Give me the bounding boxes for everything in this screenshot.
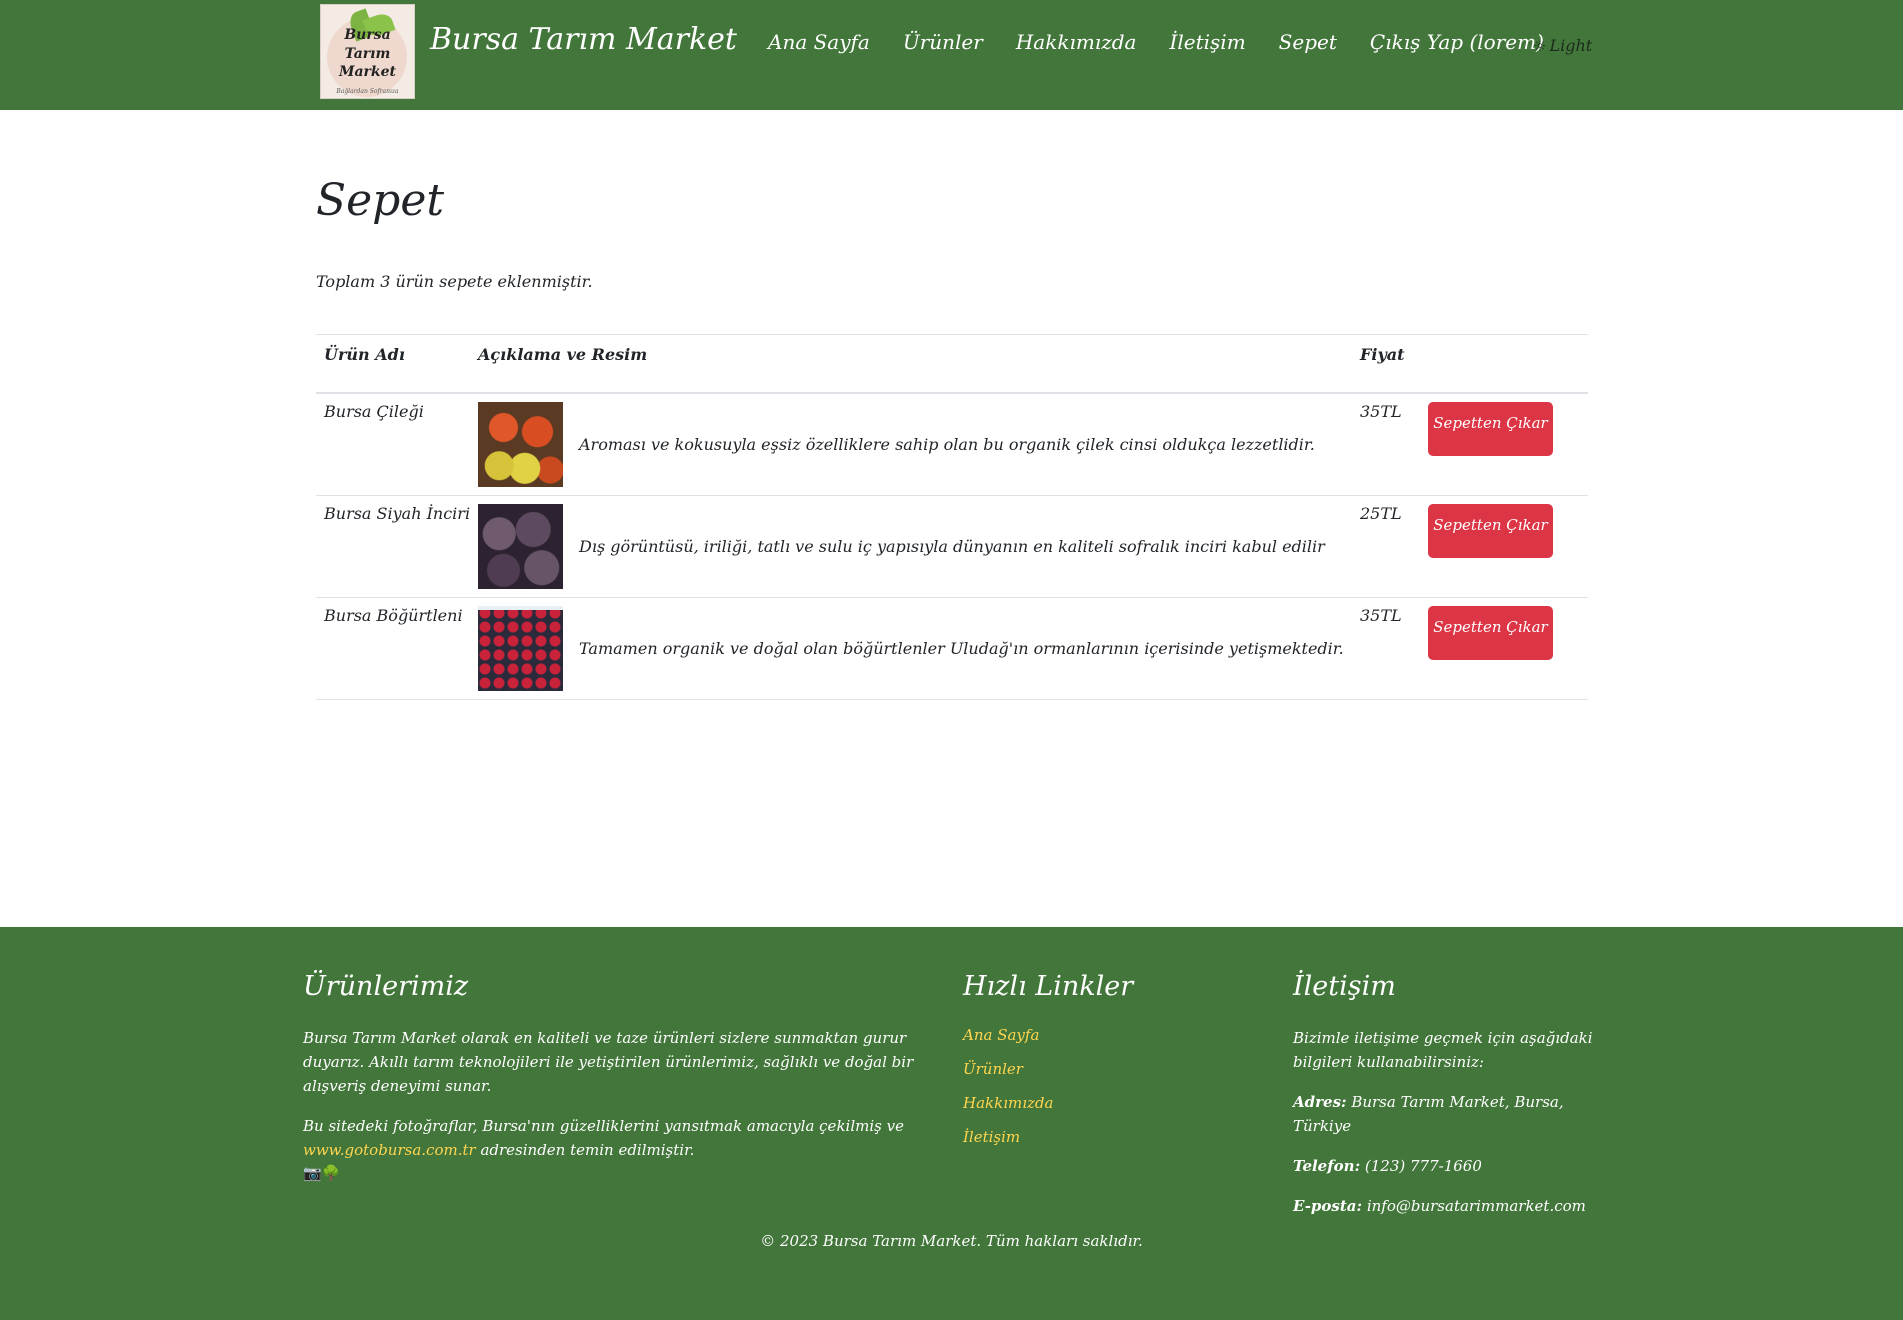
logo-subtitle: Bağlardan Sofranıza <box>336 88 399 96</box>
remove-from-cart-button[interactable]: Sepetten Çıkar <box>1428 401 1553 456</box>
sun-icon: ☼ <box>1533 36 1547 55</box>
logo-line2: Market <box>338 64 397 81</box>
theme-toggle[interactable]: ☼ Light <box>1533 36 1592 55</box>
product-description-cell: Dış görüntüsü, iriliği, tatlı ve sulu iç… <box>478 495 1360 598</box>
footer-contact-intro: Bizimle iletişime geçmek için aşağıdaki … <box>1293 1029 1593 1071</box>
footer-phone: Telefon: (123) 777-1660 <box>1293 1154 1603 1178</box>
table-row: Bursa Siyah İnciri Dış görüntüsü, iriliğ… <box>316 495 1588 598</box>
email-value: info@bursatarimmarket.com <box>1362 1197 1586 1215</box>
product-image <box>478 503 563 589</box>
product-image <box>478 401 563 487</box>
footer-quick-links: Hızlı Linkler Ana Sayfa Ürünler Hakkımız… <box>963 971 1243 1162</box>
nav-contact[interactable]: İletişim <box>1169 30 1245 54</box>
footer-photo-credit: Bu sitedeki fotoğraflar, Bursa'nın güzel… <box>303 1114 933 1162</box>
copyright-text: © 2023 Bursa Tarım Market. Tüm hakları s… <box>760 1232 1143 1250</box>
site-logo[interactable]: Bursa Tarım Market Bağlardan Sofranıza <box>320 4 415 99</box>
footer-link-home[interactable]: Ana Sayfa <box>963 1026 1243 1044</box>
action-cell: Sepetten Çıkar <box>1422 392 1588 496</box>
phone-label: Telefon: <box>1293 1157 1361 1175</box>
address-label: Adres: <box>1293 1093 1347 1111</box>
remove-from-cart-button[interactable]: Sepetten Çıkar <box>1428 605 1553 660</box>
logo-line1: Bursa Tarım <box>344 26 391 62</box>
photo-credit-text: Bu sitedeki fotoğraflar, Bursa'nın güzel… <box>303 1117 904 1135</box>
phone-value: (123) 777-1660 <box>1360 1157 1482 1175</box>
site-header: Bursa Tarım Market Bağlardan Sofranıza B… <box>0 0 1903 110</box>
product-price: 35TL <box>1360 597 1422 700</box>
footer-link-contact[interactable]: İletişim <box>963 1128 1243 1146</box>
footer-products-title: Ürünlerimiz <box>303 971 469 1002</box>
nav-about[interactable]: Hakkımızda <box>1016 30 1137 54</box>
header-product-name: Ürün Adı <box>316 334 478 394</box>
table-row: Bursa Çileği Aroması ve kokusuyla eşsiz … <box>316 392 1588 496</box>
product-price: 25TL <box>1360 495 1422 598</box>
remove-from-cart-button[interactable]: Sepetten Çıkar <box>1428 503 1553 558</box>
product-description: Dış görüntüsü, iriliği, tatlı ve sulu iç… <box>579 536 1325 556</box>
header-actions <box>1422 334 1588 394</box>
photo-credit-suffix: adresinden temin edilmiştir. <box>475 1141 695 1159</box>
table-row: Bursa Böğürtleni Tamamen organik ve doğa… <box>316 597 1588 700</box>
product-name: Bursa Siyah İnciri <box>316 495 478 598</box>
product-description: Aroması ve kokusuyla eşsiz özelliklere s… <box>579 434 1315 454</box>
email-label: E-posta: <box>1293 1197 1363 1215</box>
footer-products: Ürünlerimiz Bursa Tarım Market olarak en… <box>303 971 933 1182</box>
header-description: Açıklama ve Resim <box>478 334 1360 394</box>
footer-quick-links-title: Hızlı Linkler <box>963 971 1134 1002</box>
footer-address: Adres: Bursa Tarım Market, Bursa, Türkiy… <box>1293 1090 1603 1138</box>
action-cell: Sepetten Çıkar <box>1422 597 1588 700</box>
nav-home[interactable]: Ana Sayfa <box>768 30 870 54</box>
footer-products-text: Bursa Tarım Market olarak en kaliteli ve… <box>303 1029 914 1095</box>
header-price: Fiyat <box>1360 334 1422 394</box>
theme-label: Light <box>1549 36 1593 55</box>
cart-summary: Toplam 3 ürün sepete eklenmiştir. <box>316 272 593 291</box>
action-cell: Sepetten Çıkar <box>1422 495 1588 598</box>
product-price: 35TL <box>1360 392 1422 496</box>
product-description: Tamamen organik ve doğal olan böğürtlenl… <box>579 638 1344 658</box>
nav-products[interactable]: Ürünler <box>903 30 983 54</box>
main-nav: Ana Sayfa Ürünler Hakkımızda İletişim Se… <box>768 30 1577 54</box>
product-image <box>478 605 563 691</box>
product-description-cell: Aroması ve kokusuyla eşsiz özelliklere s… <box>478 392 1360 496</box>
site-footer: Ürünlerimiz Bursa Tarım Market olarak en… <box>0 927 1903 1320</box>
cart-table: Ürün Adı Açıklama ve Resim Fiyat Bursa Ç… <box>316 334 1588 700</box>
nav-logout[interactable]: Çıkış Yap (lorem) <box>1370 30 1544 54</box>
footer-contact: İletişim Bizimle iletişime geçmek için a… <box>1293 971 1603 1234</box>
gotobursa-link[interactable]: www.gotobursa.com.tr <box>303 1141 476 1159</box>
footer-link-products[interactable]: Ürünler <box>963 1060 1243 1078</box>
table-header-row: Ürün Adı Açıklama ve Resim Fiyat <box>316 334 1588 394</box>
logo-text: Bursa Tarım Market <box>321 26 414 83</box>
page-title: Sepet <box>316 175 445 226</box>
footer-link-about[interactable]: Hakkımızda <box>963 1094 1243 1112</box>
nav-cart[interactable]: Sepet <box>1279 30 1337 54</box>
camera-tree-icons: 📷🌳 <box>303 1164 341 1182</box>
footer-email: E-posta: info@bursatarimmarket.com <box>1293 1194 1603 1218</box>
brand-name[interactable]: Bursa Tarım Market <box>430 22 737 57</box>
product-description-cell: Tamamen organik ve doğal olan böğürtlenl… <box>478 597 1360 700</box>
product-name: Bursa Böğürtleni <box>316 597 478 700</box>
product-name: Bursa Çileği <box>316 392 478 496</box>
footer-contact-title: İletişim <box>1293 971 1396 1002</box>
